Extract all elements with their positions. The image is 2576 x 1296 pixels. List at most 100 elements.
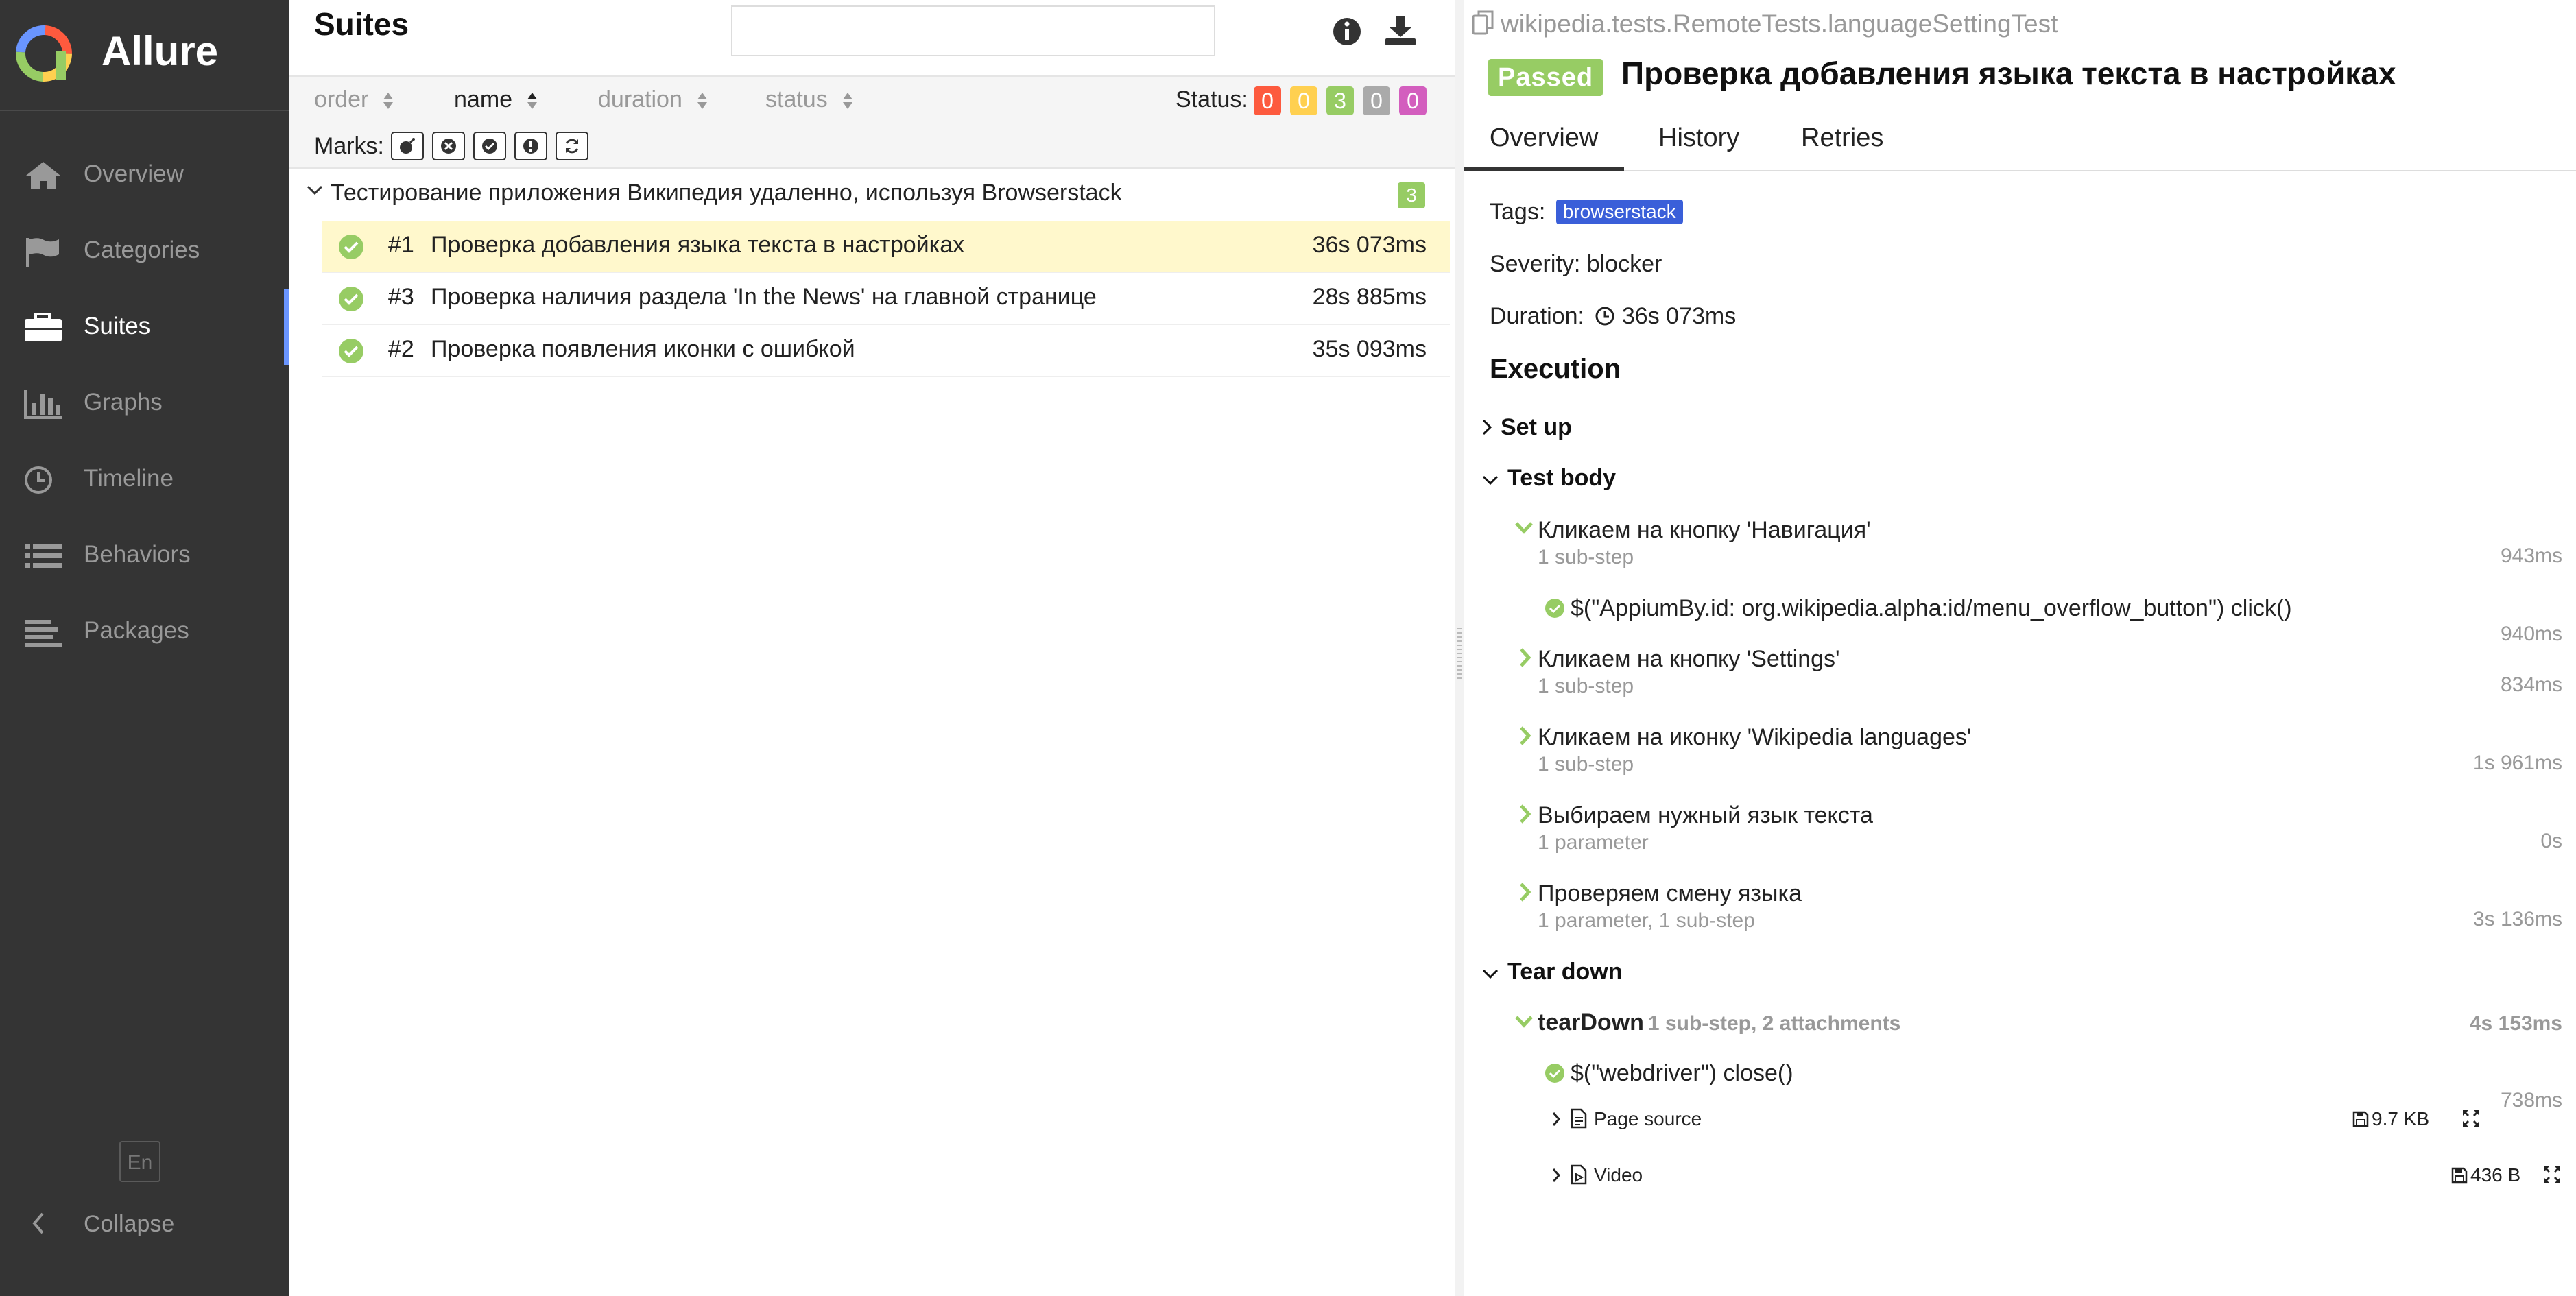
duration-row: Duration: 36s 073ms [1490, 303, 1736, 330]
tab-overview[interactable]: Overview [1463, 123, 1625, 171]
sidebar-item-categories[interactable]: Categories [0, 213, 289, 289]
sort-order[interactable]: order [314, 86, 394, 113]
setup-toggle[interactable]: Set up [1481, 414, 1572, 441]
refresh-icon [565, 139, 579, 154]
severity-text: Severity: blocker [1490, 251, 1662, 277]
download-icon[interactable] [1384, 15, 1417, 47]
step-sub: 1 parameter, 1 sub-step [1538, 909, 1755, 932]
passed-icon [339, 339, 363, 363]
sort-status[interactable]: status [765, 86, 854, 113]
tag-badge[interactable]: browserstack [1555, 200, 1683, 224]
status-failed-count[interactable]: 0 [1254, 86, 1281, 115]
test-row[interactable]: #3 Проверка наличия раздела 'In the News… [322, 273, 1450, 325]
pane-splitter[interactable] [1455, 0, 1464, 1296]
sidebar: Allure Overview Categories Suites Graphs… [0, 0, 289, 1296]
sidebar-item-graphs[interactable]: Graphs [0, 365, 289, 441]
test-row[interactable]: #2 Проверка появления иконки с ошибкой 3… [322, 325, 1450, 377]
test-body-toggle[interactable]: Test body [1481, 465, 1616, 492]
expand-icon[interactable] [2542, 1164, 2562, 1185]
expand-icon[interactable] [2461, 1108, 2481, 1129]
mark-new-broken-toggle[interactable] [514, 132, 547, 160]
passed-icon [1545, 599, 1564, 618]
splitter-grip[interactable] [1457, 628, 1462, 680]
teardown-name: tearDown [1538, 1009, 1644, 1035]
sort-name[interactable]: name [454, 86, 538, 113]
collapse-label: Collapse [84, 1211, 175, 1237]
chevron-right-icon [1520, 648, 1531, 667]
step-name: $("AppiumBy.id: org.wikipedia.alpha:id/m… [1571, 595, 2292, 621]
step-sub: 1 sub-step [1538, 546, 1634, 568]
step-row[interactable]: Кликаем на кнопку 'Навигация' 1 sub-step… [1464, 517, 2576, 576]
step-sub: 1 sub-step [1538, 753, 1634, 776]
suites-pane: Suites order name duration status Status… [289, 0, 1455, 1296]
marks-label: Marks: [314, 133, 384, 159]
suite-group-count: 3 [1398, 182, 1425, 208]
step-row[interactable]: Кликаем на иконку 'Wikipedia languages' … [1464, 724, 2576, 783]
mark-flaky-toggle[interactable] [391, 132, 424, 160]
status-passed-count[interactable]: 3 [1326, 86, 1354, 115]
chevron-right-icon [1482, 419, 1492, 435]
chevron-right-icon [1520, 726, 1531, 745]
mark-new-passed-toggle[interactable] [473, 132, 506, 160]
status-filter-label: Status: [1176, 86, 1248, 112]
mark-new-failed-toggle[interactable] [432, 132, 465, 160]
step-row[interactable]: Проверяем смену языка 1 parameter, 1 sub… [1464, 880, 2576, 939]
test-number: #3 [388, 284, 414, 310]
brand[interactable]: Allure [0, 0, 289, 111]
tab-history[interactable]: History [1658, 123, 1739, 153]
suite-group-name: Тестирование приложения Википедия удален… [331, 180, 1122, 206]
step-duration: 940ms [2500, 623, 2562, 645]
status-broken-count[interactable]: 0 [1290, 86, 1317, 115]
sidebar-item-packages[interactable]: Packages [0, 594, 289, 669]
status-skipped-count[interactable]: 0 [1363, 86, 1390, 115]
chevron-down-icon [1482, 475, 1499, 485]
search-input[interactable] [731, 5, 1215, 56]
copy-icon [1472, 10, 1494, 35]
mark-retries-toggle[interactable] [556, 132, 588, 160]
step-row[interactable]: Кликаем на кнопку 'Settings' 1 sub-step … [1464, 646, 2576, 705]
sidebar-item-suites[interactable]: Suites [0, 289, 289, 365]
teardown-step-row[interactable]: tearDown 1 sub-step, 2 attachments 4s 153… [1464, 1009, 2576, 1044]
status-unknown-count[interactable]: 0 [1399, 86, 1427, 115]
sidebar-item-timeline[interactable]: Timeline [0, 442, 289, 517]
chevron-right-icon [1552, 1168, 1561, 1182]
sort-duration[interactable]: duration [598, 86, 708, 113]
test-row[interactable]: #1 Проверка добавления языка текста в на… [322, 221, 1450, 273]
file-text-icon [1571, 1108, 1587, 1129]
info-icon[interactable] [1332, 16, 1362, 47]
attachment-row[interactable]: Page source 9.7 KB [1464, 1103, 2576, 1137]
step-duration: 0s [2540, 830, 2562, 852]
chevron-right-icon [1520, 883, 1531, 902]
test-name: Проверка добавления языка текста в настр… [431, 232, 965, 258]
sidebar-item-behaviors[interactable]: Behaviors [0, 518, 289, 593]
test-name: Проверка появления иконки с ошибкой [431, 336, 855, 362]
tags-row: Tags: browserstack [1490, 199, 1683, 226]
sidebar-item-label: Behaviors [84, 541, 191, 568]
sort-icon [697, 93, 707, 110]
chevron-left-icon [32, 1212, 44, 1234]
step-row[interactable]: $("AppiumBy.id: org.wikipedia.alpha:id/m… [1464, 595, 2576, 645]
test-name: Проверка наличия раздела 'In the News' н… [431, 284, 1097, 310]
bar-chart-icon [24, 390, 62, 419]
clock-icon [1595, 307, 1614, 326]
exclamation-circle-icon [523, 139, 538, 154]
execution-title: Execution [1490, 354, 1621, 384]
step-name: Кликаем на кнопку 'Навигация' [1538, 517, 1871, 543]
tab-retries[interactable]: Retries [1801, 123, 1883, 153]
test-detail-pane: wikipedia.tests.RemoteTests.languageSett… [1463, 0, 2576, 1296]
attachment-row[interactable]: Video 436 B [1464, 1159, 2576, 1193]
sidebar-item-overview[interactable]: Overview [0, 137, 289, 213]
language-switch[interactable]: En [119, 1141, 160, 1182]
passed-icon [1545, 1064, 1564, 1083]
suite-group-row[interactable]: Тестирование приложения Википедия удален… [289, 167, 1455, 221]
step-row[interactable]: Выбираем нужный язык текста 1 parameter … [1464, 802, 2576, 861]
step-sub: 1 sub-step [1538, 675, 1634, 697]
brand-name: Allure [102, 28, 219, 74]
home-icon [26, 162, 60, 189]
breadcrumb[interactable]: wikipedia.tests.RemoteTests.languageSett… [1472, 10, 2058, 38]
teardown-toggle[interactable]: Tear down [1481, 959, 1623, 985]
sidebar-item-label: Suites [84, 313, 151, 339]
collapse-button[interactable]: Collapse [0, 1200, 289, 1248]
chevron-down-icon [1515, 522, 1533, 534]
teardown-meta: 1 sub-step, 2 attachments [1647, 1012, 1901, 1035]
